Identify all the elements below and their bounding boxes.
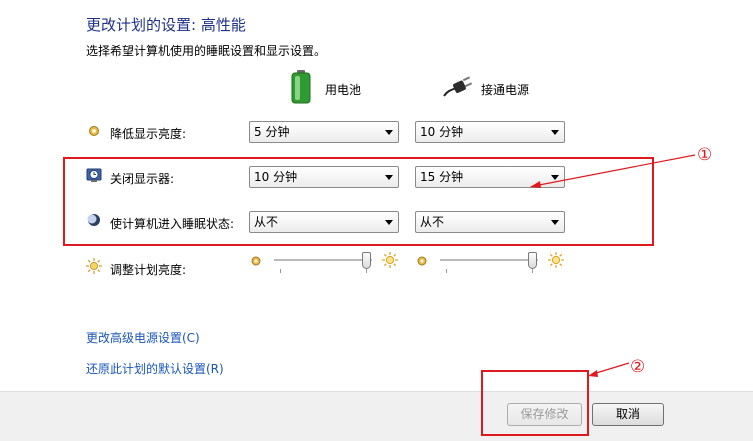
brightness-high-icon [382,252,398,268]
display-off-label: 关闭显示器: [110,172,175,186]
page-title: 更改计划的设置: 高性能 [86,16,246,34]
display-off-plugged-value: 15 分钟 [420,170,464,184]
plugged-brightness-track [440,259,538,262]
dim-plugged-value: 10 分钟 [420,125,464,139]
brightness-low-icon [251,255,261,266]
chevron-down-icon [385,175,393,180]
brightness-low-icon [417,255,427,266]
restore-defaults-link[interactable]: 还原此计划的默认设置(R) [86,360,224,377]
slider-tick [446,269,447,273]
annotation-box-2 [481,370,589,436]
sleep-plugged-select[interactable]: 从不 [415,211,565,233]
battery-brightness-track [274,259,372,262]
sleep-battery-value: 从不 [254,215,279,229]
chevron-down-icon [385,220,393,225]
display-off-battery-select[interactable]: 10 分钟 [249,166,399,188]
slider-tick [366,269,367,273]
brightness-low-icon [88,125,100,137]
sleep-battery-select[interactable]: 从不 [249,211,399,233]
dim-battery-value: 5 分钟 [254,125,290,139]
slider-tick [280,269,281,273]
slider-tick [532,269,533,273]
sleep-plugged-value: 从不 [420,215,445,229]
battery-brightness-slider[interactable] [362,252,371,269]
plugged-column-label: 接通电源 [481,83,530,97]
advanced-settings-link[interactable]: 更改高级电源设置(C) [86,329,200,346]
brightness-high-icon [548,252,564,268]
sun-icon [86,258,102,274]
sleep-label: 使计算机进入睡眠状态: [110,217,235,231]
brightness-label: 调整计划亮度: [110,263,187,277]
moon-icon [87,213,101,227]
dim-plugged-select[interactable]: 10 分钟 [415,121,565,143]
monitor-clock-icon [86,167,102,183]
chevron-down-icon [551,130,559,135]
power-plug-icon [442,76,473,98]
chevron-down-icon [551,220,559,225]
battery-icon [290,70,312,104]
plugged-brightness-slider[interactable] [528,252,537,269]
display-off-battery-value: 10 分钟 [254,170,298,184]
page-subtitle: 选择希望计算机使用的睡眠设置和显示设置。 [86,44,327,58]
annotation-arrow-2 [588,362,630,377]
cancel-button[interactable]: 取消 [592,403,664,426]
dim-battery-select[interactable]: 5 分钟 [249,121,399,143]
chevron-down-icon [385,130,393,135]
annotation-arrow-1 [530,154,696,188]
battery-column-label: 用电池 [325,83,362,97]
dim-display-label: 降低显示亮度: [110,127,187,141]
